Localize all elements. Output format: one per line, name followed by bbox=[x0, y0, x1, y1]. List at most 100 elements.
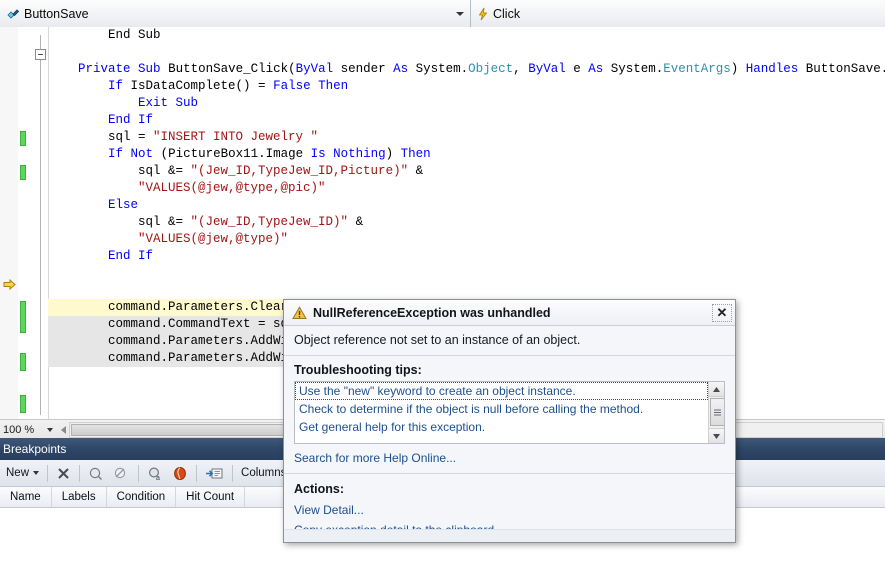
code-token: Sub bbox=[175, 96, 199, 110]
code-token: "INSERT INTO Jewelry " bbox=[153, 130, 319, 144]
toggle-all-breakpoints-icon bbox=[89, 467, 103, 480]
exception-assistant-dialog: NullReferenceException was unhandled ✕ O… bbox=[283, 299, 736, 543]
column-header-labels[interactable]: Labels bbox=[52, 487, 107, 507]
code-token: command.Parameters.Clear() bbox=[48, 300, 304, 314]
exceptions-button[interactable] bbox=[168, 462, 192, 484]
go-to-source-button[interactable] bbox=[201, 462, 228, 484]
code-token: ButtonSave.Click bbox=[805, 62, 885, 76]
code-token: Not bbox=[130, 147, 154, 161]
code-token: If bbox=[108, 147, 124, 161]
search-help-online-link[interactable]: Search for more Help Online... bbox=[294, 451, 456, 465]
code-token: & bbox=[408, 164, 424, 178]
tips-scrollbar-thumb[interactable] bbox=[710, 398, 724, 426]
code-token: Sub bbox=[138, 62, 161, 76]
code-token: Nothing bbox=[333, 147, 386, 161]
code-token: Else bbox=[108, 198, 139, 212]
code-token: "(Jew_ID,TypeJew_ID)" bbox=[190, 215, 349, 229]
change-marker bbox=[20, 353, 26, 371]
code-token: sql &= bbox=[48, 215, 191, 229]
scroll-up-arrow-icon[interactable] bbox=[709, 382, 724, 397]
tip-link-general-help[interactable]: Get general help for this exception. bbox=[295, 418, 708, 436]
chevron-down-icon[interactable] bbox=[456, 11, 464, 16]
code-token: System. bbox=[603, 62, 664, 76]
column-header-name[interactable]: Name bbox=[0, 487, 52, 507]
code-token: ) bbox=[385, 147, 401, 161]
code-line: command.CommandText = sql bbox=[48, 316, 296, 333]
code-line: End If bbox=[48, 248, 885, 265]
close-button[interactable]: ✕ bbox=[709, 300, 735, 325]
event-combo[interactable]: Click bbox=[471, 0, 885, 27]
tip-link-new-keyword[interactable]: Use the "new" keyword to create an objec… bbox=[295, 382, 708, 400]
toggle-all-breakpoints-button[interactable] bbox=[84, 462, 109, 484]
code-token: & bbox=[348, 215, 364, 229]
toolbar-separator bbox=[232, 464, 234, 482]
code-token: ByVal bbox=[528, 62, 566, 76]
scroll-down-arrow-icon[interactable] bbox=[709, 428, 724, 443]
tips-scrollbar[interactable] bbox=[708, 382, 724, 443]
code-line: "VALUES(@jew,@type,@pic)" bbox=[48, 180, 885, 197]
delete-all-breakpoints-button[interactable]: a bbox=[143, 462, 168, 484]
troubleshooting-tips-label: Troubleshooting tips: bbox=[294, 363, 422, 377]
code-token: command.CommandText = sql bbox=[48, 317, 296, 331]
delete-x-icon bbox=[58, 467, 69, 479]
zoom-chevron-down-icon[interactable] bbox=[47, 427, 53, 432]
delete-all-breakpoints-icon: a bbox=[149, 466, 160, 481]
code-token: End bbox=[108, 113, 131, 127]
new-breakpoint-label: New bbox=[6, 467, 30, 479]
change-marker bbox=[20, 301, 26, 333]
code-token: As bbox=[588, 62, 604, 76]
code-token: IsDataComplete() = bbox=[123, 79, 274, 93]
lightning-bolt-icon bbox=[477, 7, 489, 21]
exception-dialog-title: NullReferenceException was unhandled bbox=[313, 305, 551, 320]
code-token: e bbox=[565, 62, 589, 76]
code-line: sql &= "(Jew_ID,TypeJew_ID)" & bbox=[48, 214, 885, 231]
code-token: EventArgs bbox=[663, 62, 731, 76]
toolbar-separator bbox=[47, 464, 49, 482]
scroll-left-arrow-icon[interactable] bbox=[61, 425, 66, 434]
code-line: sql &= "(Jew_ID,TypeJew_ID,Picture)" & bbox=[48, 163, 885, 180]
toolbar-separator bbox=[196, 464, 198, 482]
disable-all-breakpoints-button[interactable] bbox=[109, 462, 134, 484]
control-property-icon bbox=[6, 7, 20, 21]
code-token: Private bbox=[78, 62, 131, 76]
code-line: Private Sub ButtonSave_Click(ByVal sende… bbox=[48, 61, 885, 78]
zoom-level[interactable]: 100 % bbox=[0, 424, 47, 436]
member-combo[interactable]: ButtonSave bbox=[0, 0, 471, 27]
tip-link-null-check[interactable]: Check to determine if the object is null… bbox=[295, 400, 708, 418]
breakpoints-title: Breakpoints bbox=[3, 442, 67, 456]
close-icon: ✕ bbox=[712, 303, 732, 322]
go-to-source-icon bbox=[206, 468, 223, 478]
code-token: System. bbox=[408, 62, 469, 76]
chevron-down-icon bbox=[33, 471, 40, 475]
view-detail-link[interactable]: View Detail... bbox=[294, 503, 364, 517]
outlining-margin[interactable] bbox=[26, 27, 49, 419]
code-token: End Sub bbox=[48, 28, 161, 42]
delete-breakpoint-button[interactable] bbox=[52, 462, 75, 484]
code-token: Is bbox=[310, 147, 326, 161]
outlining-collapse-toggle[interactable] bbox=[35, 49, 46, 60]
column-header-condition[interactable]: Condition bbox=[107, 487, 177, 507]
code-token: ButtonSave_Click( bbox=[160, 62, 296, 76]
code-line: Else bbox=[48, 197, 885, 214]
column-header-hit-count[interactable]: Hit Count bbox=[176, 487, 246, 507]
new-breakpoint-button[interactable]: New bbox=[2, 462, 43, 484]
troubleshooting-tips-box[interactable]: Use the "new" keyword to create an objec… bbox=[294, 381, 725, 444]
warning-triangle-icon bbox=[292, 305, 307, 320]
indicator-margin[interactable] bbox=[0, 27, 19, 419]
code-token: Exit bbox=[138, 96, 169, 110]
change-marker bbox=[20, 131, 26, 146]
view-detail-action[interactable]: View Detail... bbox=[284, 500, 735, 520]
exceptions-icon bbox=[174, 466, 186, 480]
